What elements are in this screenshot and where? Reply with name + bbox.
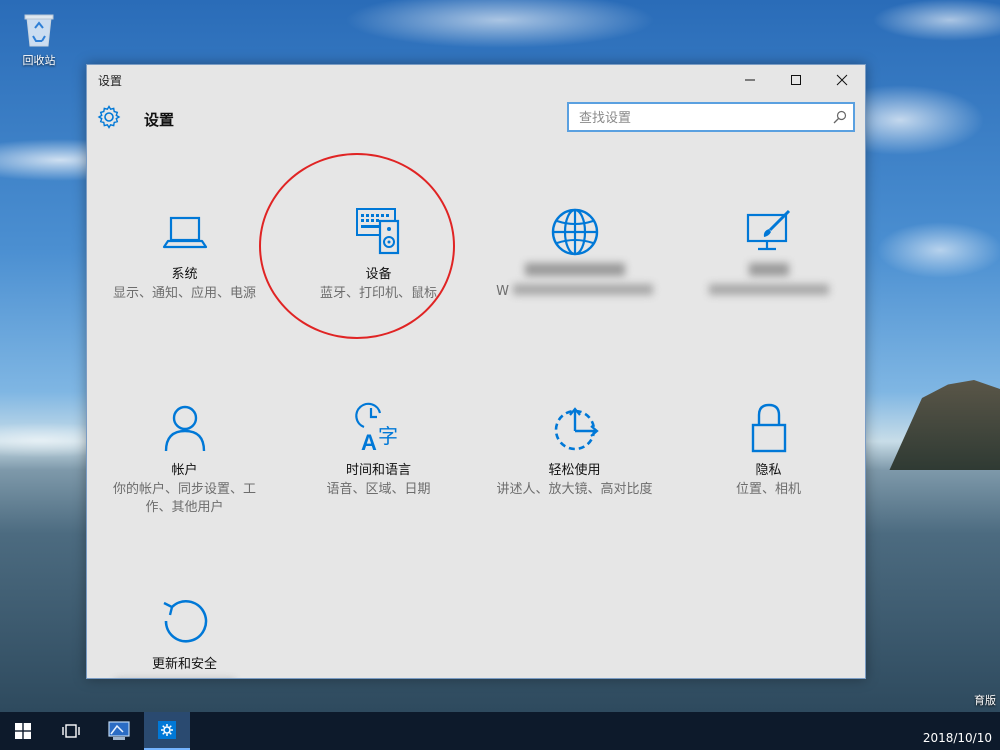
tile-title: 轻松使用 [548,463,601,478]
taskbar-app-settings[interactable] [144,712,190,750]
taskbar-date[interactable]: 2018/10/10 [923,731,992,745]
corner-text-fragment: 育版 [974,694,996,707]
tile-time-language[interactable]: A 字 时间和语言 语音、区域、日期 [291,401,466,499]
tile-description: W [487,283,662,301]
task-view-icon [62,724,80,738]
blurred-text [512,284,653,295]
tile-description: 你的帐户、同步设置、工作、其他用户 [112,482,256,515]
tile-description-fragment: W [496,284,509,299]
start-button[interactable] [0,712,46,750]
tile-privacy[interactable]: 隐私 位置、相机 [681,401,856,499]
laptop-icon [162,216,207,249]
search-icon[interactable] [833,110,847,124]
tile-title: 时间和语言 [345,463,411,478]
tile-personalization[interactable] [681,205,856,301]
tile-title-blurred [487,263,662,280]
tile-title: 隐私 [755,463,782,478]
task-view-button[interactable] [48,712,94,750]
search-input[interactable] [577,107,821,129]
taskbar: 2018/10/10 [0,712,1000,750]
tile-description: 语音、区域、日期 [326,482,431,497]
wallpaper-rock [889,380,1000,470]
lock-icon [751,403,786,453]
settings-window: 设置 设置 系统 显示、通知、应用、电源 [86,64,866,679]
recycle-bin-shortcut[interactable]: 回收站 [12,10,66,68]
keyboard-speaker-icon [355,208,399,255]
person-icon [164,405,205,452]
close-button[interactable] [819,65,865,95]
taskbar-app-explorer[interactable] [96,712,142,750]
tile-description: 蓝牙、打印机、鼠标 [319,286,437,301]
tile-title: 帐户 [171,463,198,478]
tile-system[interactable]: 系统 显示、通知、应用、电源 [97,205,272,303]
recycle-bin-label: 回收站 [22,54,56,67]
computer-icon [108,721,130,740]
recycle-bin-icon [22,10,56,48]
paint-display-icon [746,209,790,251]
page-title: 设置 [144,111,175,129]
window-titlebar[interactable]: 设置 [87,65,865,95]
ease-of-access-icon [554,407,599,451]
close-icon [836,74,848,86]
tile-ease-of-access[interactable]: 轻松使用 讲述人、放大镜、高对比度 [487,401,662,499]
tile-update-security[interactable]: 更新和安全 [97,595,272,672]
gear-icon [97,105,121,129]
windows-logo-icon [15,723,31,739]
search-box[interactable] [567,102,855,132]
tile-title-blurred [681,263,856,280]
maximize-button[interactable] [773,65,819,95]
tile-devices[interactable]: 设备 蓝牙、打印机、鼠标 [291,205,466,303]
svg-text:A: A [361,430,377,455]
globe-icon [551,208,598,256]
tile-description: 位置、相机 [735,482,801,497]
window-title: 设置 [98,74,123,88]
tile-network[interactable]: W [487,205,662,301]
tile-description: 讲述人、放大镜、高对比度 [496,482,653,497]
tile-description-blurred [681,283,856,301]
tile-description-cut [115,677,235,678]
gear-icon [158,721,176,739]
tile-description: 显示、通知、应用、电源 [112,286,256,301]
minimize-button[interactable] [727,65,773,95]
clock-language-icon: A 字 [354,402,398,455]
svg-text:字: 字 [378,424,398,448]
tile-title: 系统 [171,267,198,282]
refresh-icon [162,600,207,643]
tile-title: 更新和安全 [151,657,217,672]
maximize-icon [791,75,801,85]
minimize-icon [745,79,755,81]
tile-accounts[interactable]: 帐户 你的帐户、同步设置、工作、其他用户 [97,401,272,517]
tile-title: 设备 [365,267,392,282]
